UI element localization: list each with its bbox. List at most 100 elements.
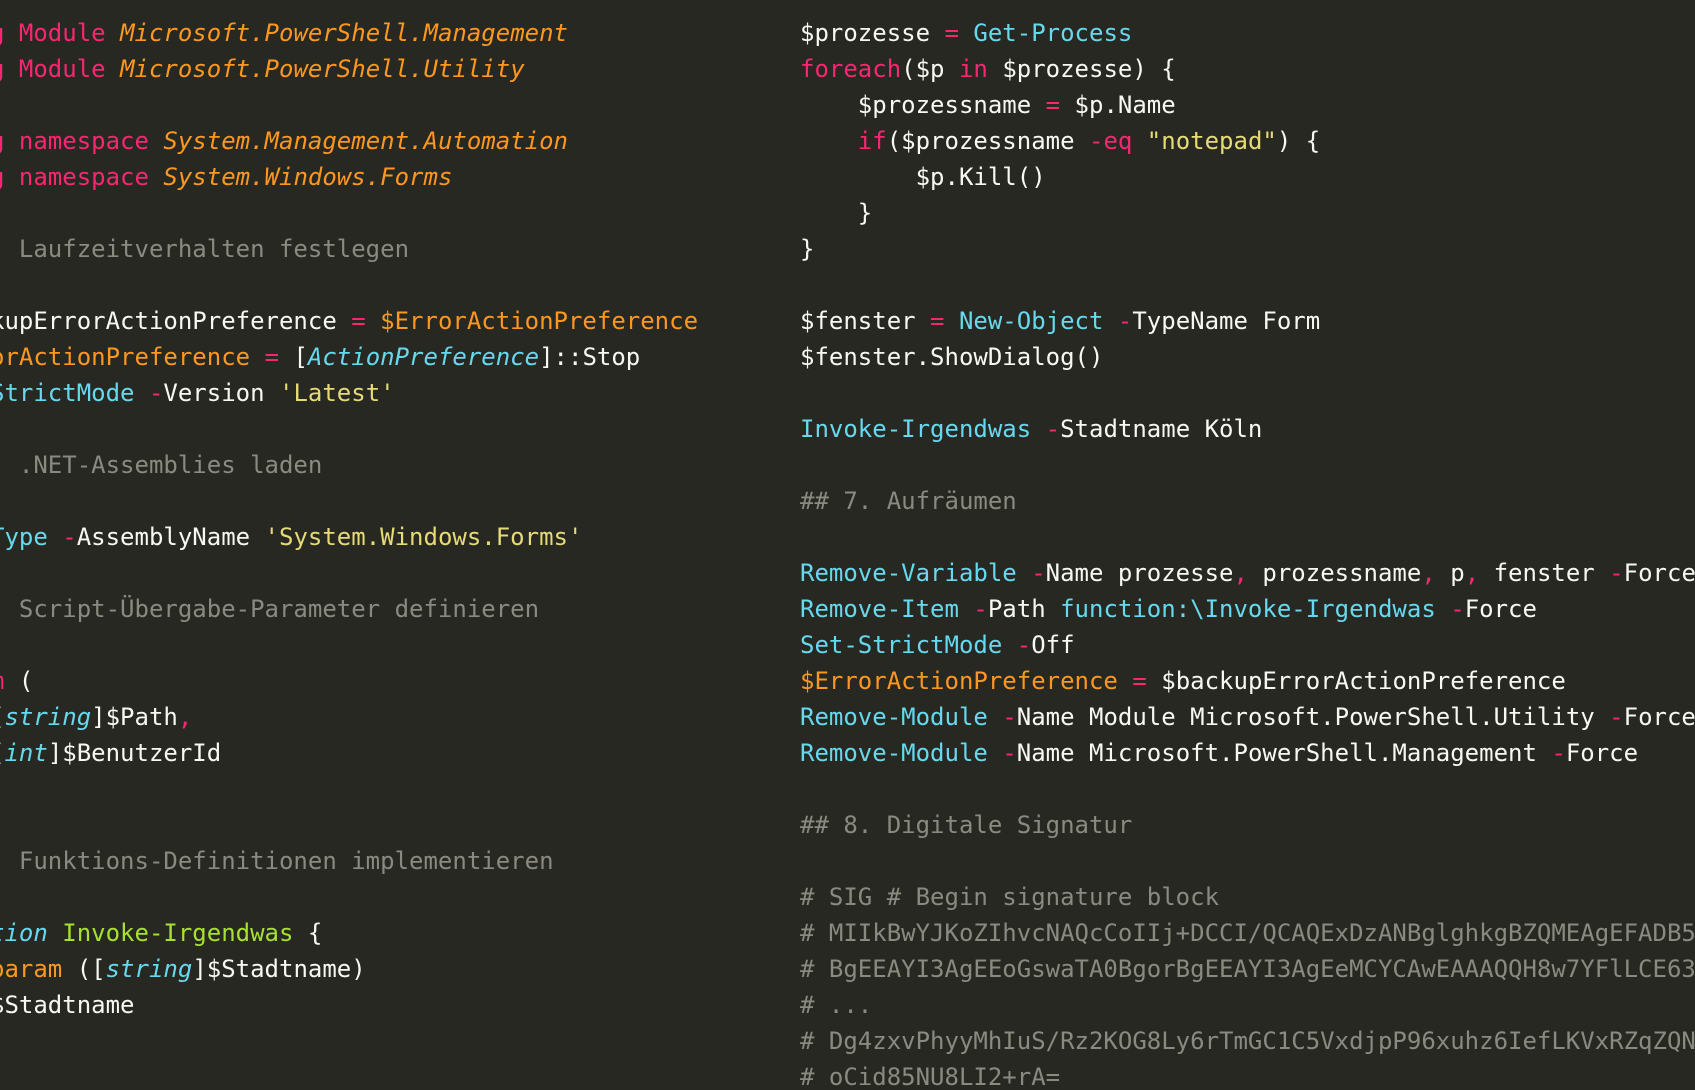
code-line[interactable]: Type -AssemblyName 'System.Windows.Forms… <box>0 519 770 555</box>
code-pane-left[interactable]: g Module Microsoft.PowerShell.Management… <box>0 15 770 1023</box>
code-token: [ <box>293 343 308 371</box>
code-token: prozessname <box>1262 559 1422 587</box>
code-line[interactable]: ​ <box>0 195 770 231</box>
code-line[interactable]: . .NET-Assemblies laden <box>0 447 770 483</box>
code-token: $p.Name <box>1074 91 1176 119</box>
code-token: ## 8. Digitale Signatur <box>800 811 1133 839</box>
code-line[interactable]: # MIIkBwYJKoZIhvcNAQcCoIIj+DCCI/QCAQExDz… <box>800 915 1695 951</box>
code-token: param <box>0 955 63 983</box>
code-line[interactable]: ​ <box>0 87 770 123</box>
code-token: System.Windows.Forms <box>163 163 453 191</box>
code-line[interactable]: Remove-Item -Path function:\Invoke-Irgen… <box>800 591 1695 627</box>
code-line[interactable]: $ErrorActionPreference = $backupErrorAct… <box>800 663 1695 699</box>
code-token: 'System.Windows.Forms' <box>264 523 583 551</box>
code-pane-right[interactable]: $prozesse = Get-Process foreach($p in $pr… <box>800 15 1695 1090</box>
code-token: , <box>1421 559 1451 587</box>
code-line[interactable]: Remove-Module -Name Module Microsoft.Pow… <box>800 699 1695 735</box>
code-line[interactable]: ​ <box>0 771 770 807</box>
code-token: # ... <box>800 991 873 1019</box>
code-line[interactable]: . Script-Übergabe-Parameter definieren <box>0 591 770 627</box>
code-line[interactable]: ## 7. Aufräumen <box>800 483 1695 519</box>
code-token: $ErrorActionPreference <box>380 307 699 335</box>
code-line[interactable]: $fenster = New-Object -TypeName Form <box>800 303 1695 339</box>
code-token: $prozesse) { <box>1002 55 1176 83</box>
code-line[interactable]: . Funktions-Definitionen implementieren <box>0 843 770 879</box>
code-line[interactable]: # oCid85NU8LI2+rA= <box>800 1059 1695 1090</box>
code-token: g <box>0 19 19 47</box>
code-token: Module <box>18 19 121 47</box>
code-line[interactable]: ​ <box>0 483 770 519</box>
code-token: fenster <box>1493 559 1610 587</box>
code-line[interactable]: ## 8. Digitale Signatur <box>800 807 1695 843</box>
code-token: # oCid85NU8LI2+rA= <box>800 1063 1061 1090</box>
code-line[interactable]: [int]$BenutzerId <box>0 735 770 771</box>
code-token: "notepad" <box>1146 127 1277 155</box>
code-token: ( <box>18 667 34 695</box>
code-line[interactable]: $p.Kill() <box>800 159 1695 195</box>
code-line[interactable]: orActionPreference = [ActionPreference]:… <box>0 339 770 375</box>
code-line[interactable]: [string]$Path, <box>0 699 770 735</box>
code-line[interactable]: Remove-Variable -Name prozesse, prozessn… <box>800 555 1695 591</box>
code-line[interactable]: $Stadtname <box>0 987 770 1023</box>
code-line[interactable]: tion Invoke-Irgendwas { <box>0 915 770 951</box>
code-line[interactable]: g namespace System.Management.Automation <box>0 123 770 159</box>
code-token: . Laufzeitverhalten festlegen <box>0 235 410 263</box>
code-token: Name prozesse <box>1045 559 1234 587</box>
code-line[interactable]: # SIG # Begin signature block <box>800 879 1695 915</box>
code-line[interactable]: Remove-Module -Name Microsoft.PowerShell… <box>800 735 1695 771</box>
code-line[interactable]: ​ <box>0 555 770 591</box>
code-token: ($p <box>901 55 959 83</box>
code-line[interactable]: ​ <box>0 267 770 303</box>
code-line[interactable]: $fenster.ShowDialog() <box>800 339 1695 375</box>
code-line[interactable]: # ... <box>800 987 1695 1023</box>
code-token: - <box>148 379 164 407</box>
code-token: Microsoft.PowerShell.Utility <box>120 55 525 83</box>
code-line[interactable]: ​ <box>0 879 770 915</box>
code-line[interactable]: ​ <box>800 267 1695 303</box>
code-token: { <box>307 919 323 947</box>
code-token: int <box>4 739 48 767</box>
code-line[interactable]: foreach($p in $prozesse) { <box>800 51 1695 87</box>
code-token: - <box>1031 559 1046 587</box>
code-line[interactable]: ​ <box>0 807 770 843</box>
code-editor[interactable]: g Module Microsoft.PowerShell.Management… <box>0 0 1695 1090</box>
code-token: tion <box>0 919 48 947</box>
code-token: p <box>1450 559 1465 587</box>
code-token: ]$Stadtname) <box>192 955 366 983</box>
code-line[interactable]: kupErrorActionPreference = $ErrorActionP… <box>0 303 770 339</box>
code-token: Version <box>163 379 279 407</box>
code-line[interactable]: } <box>800 195 1695 231</box>
code-line[interactable]: ​ <box>0 627 770 663</box>
code-line[interactable]: Invoke-Irgendwas -Stadtname Köln <box>800 411 1695 447</box>
code-line[interactable]: m ( <box>0 663 770 699</box>
code-token: ($prozessname <box>886 127 1089 155</box>
code-token: $fenster.ShowDialog() <box>800 343 1104 371</box>
code-line[interactable]: ​ <box>800 519 1695 555</box>
code-line[interactable]: StrictMode -Version 'Latest' <box>0 375 770 411</box>
code-line[interactable]: ​ <box>800 375 1695 411</box>
code-token: g <box>0 127 19 155</box>
code-line[interactable]: # BgEEAYI3AgEEoGswaTA0BgorBgEEAYI3AgEeMC… <box>800 951 1695 987</box>
code-line[interactable]: Set-StrictMode -Off <box>800 627 1695 663</box>
code-token: = <box>944 19 974 47</box>
code-token: Type <box>0 523 48 551</box>
code-token: ) { <box>1276 127 1321 155</box>
code-token: Path <box>987 595 1061 623</box>
code-line[interactable]: . Laufzeitverhalten festlegen <box>0 231 770 267</box>
code-line[interactable]: ​ <box>800 447 1695 483</box>
code-line[interactable]: param ([string]$Stadtname) <box>0 951 770 987</box>
code-line[interactable]: # Dg4zxvPhyyMhIuS/Rz2KOG8Ly6rTmGC1C5Vxdj… <box>800 1023 1695 1059</box>
code-line[interactable]: g Module Microsoft.PowerShell.Utility <box>0 51 770 87</box>
code-line[interactable]: g Module Microsoft.PowerShell.Management <box>0 15 770 51</box>
code-token: = <box>1132 667 1162 695</box>
code-line[interactable]: g namespace System.Windows.Forms <box>0 159 770 195</box>
code-line[interactable]: ​ <box>800 771 1695 807</box>
code-token: in <box>958 55 1003 83</box>
code-line[interactable]: } <box>800 231 1695 267</box>
code-token: string <box>105 955 193 983</box>
code-line[interactable]: $prozesse = Get-Process <box>800 15 1695 51</box>
code-line[interactable]: if($prozessname -eq "notepad") { <box>800 123 1695 159</box>
code-line[interactable]: ​ <box>0 411 770 447</box>
code-line[interactable]: $prozessname = $p.Name <box>800 87 1695 123</box>
code-line[interactable]: ​ <box>800 843 1695 879</box>
